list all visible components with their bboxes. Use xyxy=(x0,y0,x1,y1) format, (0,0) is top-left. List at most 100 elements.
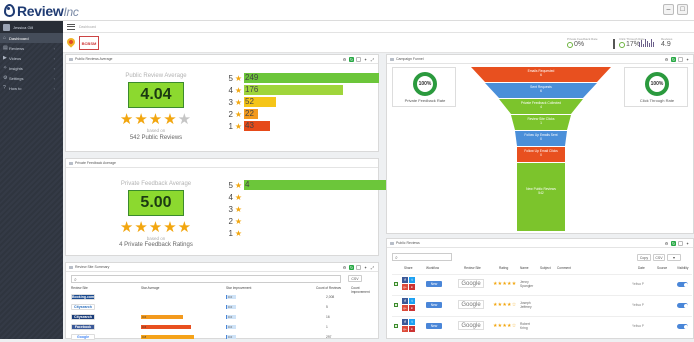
refresh-icon[interactable]: ↻ xyxy=(671,241,676,246)
funnel-segment[interactable]: Review Site Clicks 1 xyxy=(511,115,571,130)
pin-icon[interactable]: ✦ xyxy=(685,57,690,62)
csv-button[interactable]: CSV xyxy=(348,275,362,282)
sidebar-item-dashboard[interactable]: ⌂ Dashboard xyxy=(0,33,63,43)
collapse-icon[interactable] xyxy=(356,57,361,62)
funnel-segment[interactable]: Private Feedback Collected 4 xyxy=(499,99,583,114)
linkedin-icon[interactable]: in xyxy=(409,326,415,332)
column-header[interactable]: Subject xyxy=(540,266,551,270)
column-header[interactable]: Name xyxy=(520,266,529,270)
column-header[interactable]: Date xyxy=(638,266,645,270)
column-header[interactable]: Source xyxy=(657,266,667,270)
search-input[interactable]: ⌕ xyxy=(71,275,341,283)
distribution-row: 5 ★ 249 xyxy=(224,72,379,84)
settings-icon[interactable]: ⚙ xyxy=(664,57,669,62)
column-header[interactable]: Review Site xyxy=(71,286,88,290)
divider xyxy=(613,39,615,49)
funnel-segment[interactable]: Follow Up Emails Sent 0 xyxy=(515,131,567,146)
donut-label: Click Through Rate xyxy=(639,98,675,103)
average-stars: ★★★★★ xyxy=(96,218,216,236)
column-header[interactable]: Star Average xyxy=(141,286,159,290)
twitter-icon[interactable]: t xyxy=(409,319,415,325)
settings-icon[interactable]: ⚙ xyxy=(664,241,669,246)
review-row[interactable]: f t g+ in New Google ★★★★☆ Joseph Jefferey Yelts… xyxy=(392,295,692,313)
csv-button[interactable]: CSV xyxy=(653,254,665,261)
workflow-button[interactable]: New xyxy=(426,323,442,329)
sidebar-item-how-to[interactable]: ? How to ‹ xyxy=(0,83,63,93)
review-row[interactable]: f t g+ in New Google ★★★★★ Jenny Spangler Yeltsa… xyxy=(392,274,692,292)
column-header[interactable]: Star Improvement xyxy=(226,286,251,290)
refresh-icon[interactable]: ↻ xyxy=(671,57,676,62)
search-input[interactable]: ⌕ xyxy=(392,253,452,261)
copy-button[interactable]: Copy xyxy=(637,254,651,261)
facebook-icon[interactable]: f xyxy=(402,277,408,283)
column-header[interactable]: Workflow xyxy=(426,266,439,270)
collapse-icon[interactable] xyxy=(356,265,361,270)
expand-icon[interactable]: ⤢ xyxy=(370,265,375,270)
minimize-icon[interactable]: – xyxy=(663,4,674,15)
expand-icon[interactable]: ⤢ xyxy=(370,57,375,62)
sidebar-item-insights[interactable]: ✧ Insights ‹ xyxy=(0,63,63,73)
table-row[interactable]: Google 3.8 0.0 297 xyxy=(71,333,375,342)
visibility-toggle[interactable] xyxy=(677,303,688,308)
refresh-icon[interactable]: ↻ xyxy=(349,57,354,62)
twitter-icon[interactable]: t xyxy=(409,277,415,283)
workflow-button[interactable]: New xyxy=(426,302,442,308)
column-header[interactable]: Visibility xyxy=(677,266,688,270)
column-header[interactable]: Rating xyxy=(499,266,508,270)
table-row[interactable]: Booking.com 0.0 2,008 xyxy=(71,293,375,302)
sidebar-user[interactable]: Jessica Gill xyxy=(0,21,63,33)
column-header[interactable]: Review Site xyxy=(464,266,481,270)
hamburger-menu-icon[interactable] xyxy=(67,23,75,30)
filter-dropdown[interactable]: ▼ xyxy=(667,254,681,261)
star-icon: ★ xyxy=(234,73,243,83)
funnel-segment[interactable]: Follow Up Email Clicks 0 xyxy=(517,147,565,162)
pin-icon[interactable]: ✦ xyxy=(363,57,368,62)
facebook-icon[interactable]: f xyxy=(402,298,408,304)
table-row[interactable]: Facebook 3.6 0.0 1 xyxy=(71,323,375,332)
column-header[interactable]: Share xyxy=(404,266,413,270)
sidebar-item-videos[interactable]: ▶ Videos ‹ xyxy=(0,53,63,63)
twitter-icon[interactable]: t xyxy=(409,298,415,304)
google-plus-icon[interactable]: g+ xyxy=(402,284,408,290)
review-date: Yeltsa P xyxy=(632,303,644,307)
column-header[interactable]: Comment xyxy=(557,266,571,270)
linkedin-icon[interactable]: in xyxy=(409,305,415,311)
facebook-icon[interactable]: f xyxy=(402,319,408,325)
settings-icon[interactable]: ⚙ xyxy=(342,57,347,62)
sidebar-item-settings[interactable]: ⚙ Settings ‹ xyxy=(0,73,63,83)
google-plus-icon[interactable]: g+ xyxy=(402,305,408,311)
visibility-toggle[interactable] xyxy=(677,282,688,287)
funnel-segment[interactable]: New Public Reviews 542 xyxy=(517,163,565,231)
ring-icon xyxy=(567,41,573,48)
column-header[interactable]: Count of Reviews xyxy=(316,286,341,290)
click-through-rate-card: 100% Click Through Rate xyxy=(624,67,688,107)
funnel-segment[interactable]: Sent Requests 6 xyxy=(485,83,597,98)
site-logo: Booking.com xyxy=(71,294,95,300)
row-checkbox[interactable] xyxy=(394,303,398,307)
table-row[interactable]: Citysearch 0.0 5 xyxy=(71,303,375,312)
table-row[interactable]: Citysearch 3.0 0.0 16 xyxy=(71,313,375,322)
pin-icon[interactable]: ✦ xyxy=(685,241,690,246)
row-checkbox[interactable] xyxy=(394,282,398,286)
funnel-value: 542 xyxy=(538,191,544,195)
linkedin-icon[interactable]: in xyxy=(409,284,415,290)
pin-icon[interactable]: ✦ xyxy=(363,265,368,270)
google-plus-icon[interactable]: g+ xyxy=(402,326,408,332)
app-logo[interactable]: ReviewInc xyxy=(4,2,79,19)
funnel-value: 0 xyxy=(540,137,542,141)
settings-icon[interactable]: ⚙ xyxy=(342,265,347,270)
sidebar-item-reviews[interactable]: ▤ Reviews ‹ xyxy=(0,43,63,53)
business-logo[interactable]: BCBSM xyxy=(79,36,99,50)
map-pin-icon[interactable] xyxy=(65,36,77,48)
refresh-icon[interactable]: ↻ xyxy=(349,265,354,270)
review-row[interactable]: f t g+ in New Google ★★★★☆ Robert Kring Yeltsa P xyxy=(392,316,692,334)
visibility-toggle[interactable] xyxy=(677,324,688,329)
row-checkbox[interactable] xyxy=(394,324,398,328)
funnel-segment[interactable]: Emails Requested 6 xyxy=(471,67,611,82)
location-pin-icon xyxy=(4,4,15,17)
workflow-button[interactable]: New xyxy=(426,281,442,287)
collapse-icon[interactable] xyxy=(678,57,683,62)
panel-icon xyxy=(390,241,394,245)
maximize-icon[interactable]: □ xyxy=(677,4,688,15)
collapse-icon[interactable] xyxy=(678,241,683,246)
